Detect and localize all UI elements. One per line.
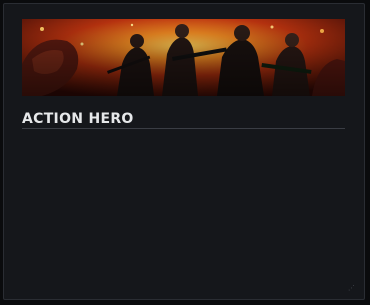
title-divider — [22, 128, 345, 129]
game-title: ACTION HERO — [22, 111, 134, 127]
resize-grip-icon: ⋰ — [348, 284, 355, 292]
game-card[interactable]: ACTION HERO ⋰ — [3, 3, 365, 300]
action-hero-artwork — [22, 19, 345, 96]
banner-image[interactable] — [22, 19, 345, 96]
